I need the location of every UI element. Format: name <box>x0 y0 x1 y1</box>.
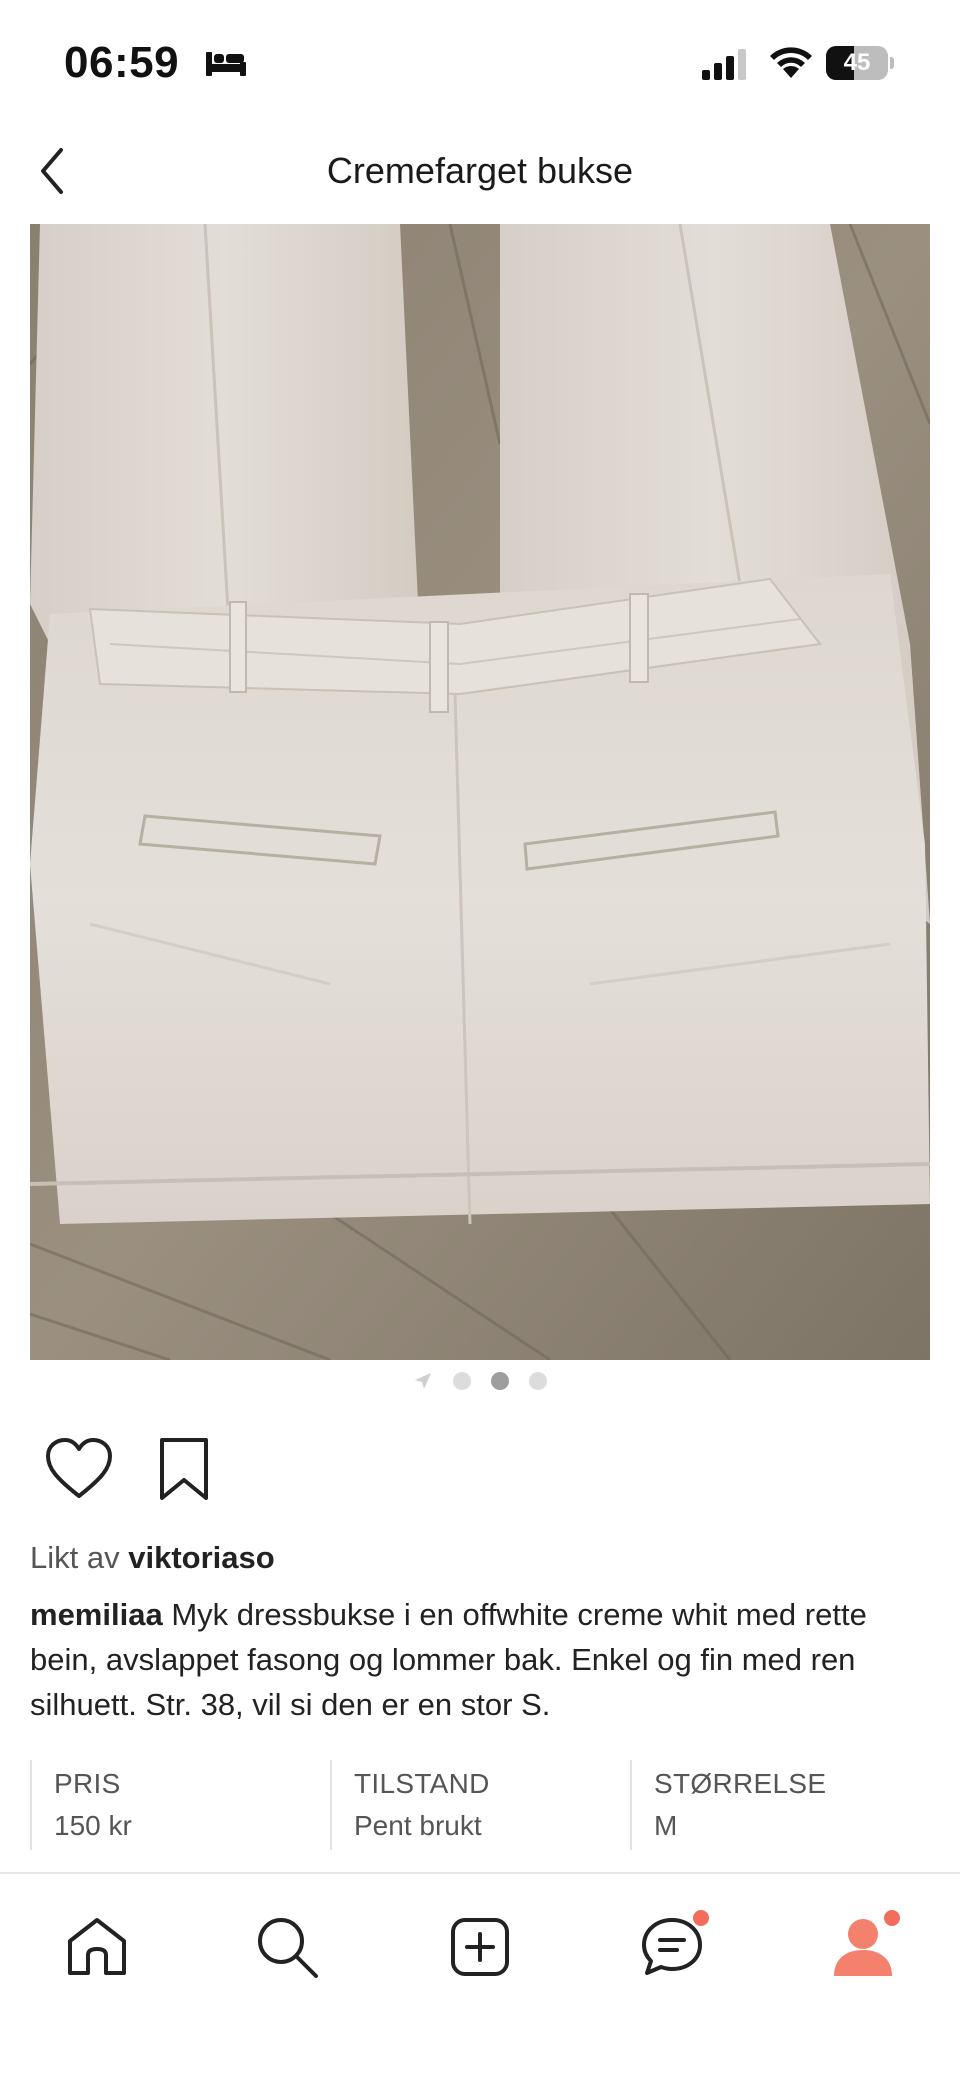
info-size: STØRRELSE M <box>630 1760 930 1850</box>
signal-icon <box>702 49 746 80</box>
battery-icon: 45 <box>826 46 894 80</box>
location-arrow-icon <box>415 1373 431 1389</box>
status-bar: 06:59 45 <box>0 0 960 130</box>
nav-search[interactable] <box>242 1902 332 1992</box>
plus-square-icon <box>451 1918 509 1976</box>
nav-home[interactable] <box>52 1902 142 1992</box>
action-row <box>44 1436 344 1506</box>
header: Cremefarget bukse <box>0 130 960 224</box>
product-photo[interactable] <box>30 224 930 1360</box>
home-icon <box>68 1918 126 1975</box>
like-button[interactable] <box>44 1436 114 1502</box>
bookmark-icon <box>160 1438 208 1500</box>
page-title: Cremefarget bukse <box>326 150 634 191</box>
battery-level: 45 <box>843 49 871 76</box>
caption: memiliaa Myk dressbukse i en offwhite cr… <box>30 1592 930 1727</box>
save-button[interactable] <box>154 1436 214 1502</box>
carousel-dot-3[interactable] <box>529 1372 547 1390</box>
info-label: STØRRELSE <box>654 1768 827 1799</box>
nav-profile[interactable] <box>818 1902 908 1992</box>
liked-by-prefix: Likt av <box>30 1540 120 1575</box>
listing-page: 06:59 45 Cremefarget bukse Likt av vikto… <box>0 0 960 2078</box>
liked-by: Likt av viktoriaso <box>30 1536 930 1580</box>
info-condition: TILSTAND Pent brukt <box>330 1760 630 1850</box>
carousel-dot-1[interactable] <box>453 1372 471 1390</box>
info-value: 150 kr <box>54 1810 132 1841</box>
status-time: 06:59 <box>64 38 180 87</box>
search-icon <box>258 1918 318 1978</box>
caption-user[interactable]: memiliaa <box>30 1597 163 1632</box>
liked-by-user[interactable]: viktoriaso <box>128 1540 274 1575</box>
heart-icon <box>46 1438 112 1498</box>
profile-badge <box>884 1910 900 1926</box>
info-label: TILSTAND <box>354 1768 490 1799</box>
nav-messages[interactable] <box>627 1902 717 1992</box>
chat-icon <box>642 1918 702 1975</box>
wifi-icon <box>770 47 812 78</box>
bottom-nav <box>0 1872 960 2078</box>
messages-badge <box>693 1910 709 1926</box>
info-value: M <box>654 1810 678 1841</box>
info-label: PRIS <box>54 1768 121 1799</box>
info-price: PRIS 150 kr <box>30 1760 330 1850</box>
carousel-dot-2[interactable] <box>491 1372 509 1390</box>
info-value: Pent brukt <box>354 1810 482 1841</box>
carousel-dots <box>0 1369 960 1393</box>
sleep-icon <box>206 52 246 76</box>
info-row: PRIS 150 kr TILSTAND Pent brukt STØRRELS… <box>30 1760 930 1850</box>
nav-add[interactable] <box>435 1902 525 1992</box>
